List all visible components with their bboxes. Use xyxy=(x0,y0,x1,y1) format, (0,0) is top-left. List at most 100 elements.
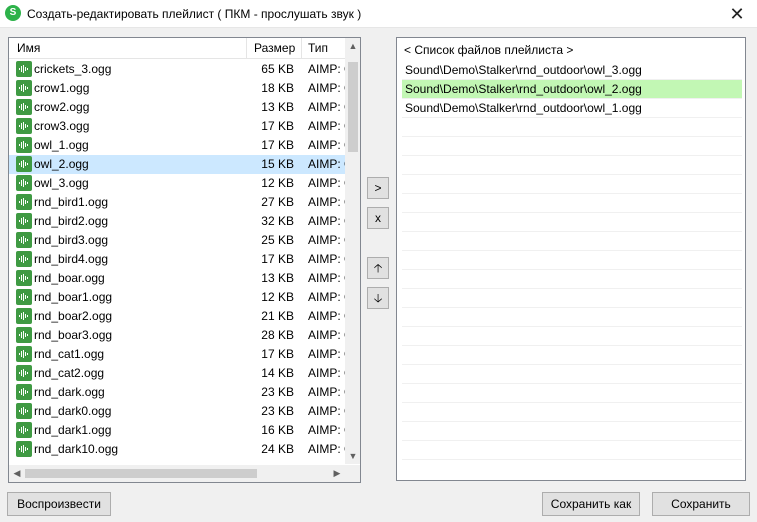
save-button[interactable]: Сохранить xyxy=(652,492,750,516)
playlist-empty-line xyxy=(402,213,742,232)
file-row[interactable]: rnd_boar1.ogg 12 KB AIMP: Ogg xyxy=(9,288,345,307)
file-row[interactable]: rnd_boar2.ogg 21 KB AIMP: Ogg xyxy=(9,307,345,326)
file-size: 14 KB xyxy=(261,366,294,380)
file-row[interactable]: rnd_cat1.ogg 17 KB AIMP: Ogg xyxy=(9,345,345,364)
audio-file-icon xyxy=(16,365,32,381)
playlist-item[interactable]: Sound\Demo\Stalker\rnd_outdoor\owl_3.ogg xyxy=(402,61,742,80)
audio-file-icon xyxy=(16,346,32,362)
file-size: 25 KB xyxy=(261,233,294,247)
file-name: owl_1.ogg xyxy=(34,138,89,152)
file-row[interactable]: owl_2.ogg 15 KB AIMP: Ogg xyxy=(9,155,345,174)
playlist-empty-line xyxy=(402,346,742,365)
save-as-button[interactable]: Сохранить как xyxy=(542,492,640,516)
playlist-empty-line xyxy=(402,384,742,403)
remove-from-playlist-button[interactable]: x xyxy=(367,207,389,229)
file-row[interactable]: rnd_cat2.ogg 14 KB AIMP: Ogg xyxy=(9,364,345,383)
audio-file-icon xyxy=(16,422,32,438)
file-row[interactable]: rnd_dark1.ogg 16 KB AIMP: Ogg xyxy=(9,421,345,440)
column-header-type[interactable]: Тип xyxy=(301,38,351,59)
scroll-right-arrow-icon[interactable]: ▶ xyxy=(329,465,345,482)
audio-file-icon xyxy=(16,441,32,457)
file-row[interactable]: rnd_bird1.ogg 27 KB AIMP: Ogg xyxy=(9,193,345,212)
file-type: AIMP: Ogg xyxy=(308,271,345,285)
playlist-empty-line xyxy=(402,156,742,175)
audio-file-icon xyxy=(16,194,32,210)
file-size: 32 KB xyxy=(261,214,294,228)
file-type: AIMP: Ogg xyxy=(308,233,345,247)
vertical-scroll-thumb[interactable] xyxy=(348,62,358,152)
playlist-empty-line xyxy=(402,251,742,270)
file-type: AIMP: Ogg xyxy=(308,157,345,171)
file-type: AIMP: Ogg xyxy=(308,366,345,380)
file-row[interactable]: rnd_dark10.ogg 24 KB AIMP: Ogg xyxy=(9,440,345,459)
audio-file-icon xyxy=(16,80,32,96)
scroll-left-arrow-icon[interactable]: ◀ xyxy=(9,465,25,482)
file-row[interactable]: crickets_3.ogg 65 KB AIMP: Ogg xyxy=(9,60,345,79)
audio-file-icon xyxy=(16,175,32,191)
file-type: AIMP: Ogg xyxy=(308,328,345,342)
playlist-item[interactable]: Sound\Demo\Stalker\rnd_outdoor\owl_1.ogg xyxy=(402,99,742,118)
column-header-name[interactable]: Имя xyxy=(17,38,247,59)
file-type: AIMP: Ogg xyxy=(308,385,345,399)
audio-file-icon xyxy=(16,251,32,267)
audio-file-icon xyxy=(16,403,32,419)
audio-file-icon xyxy=(16,118,32,134)
playlist-panel[interactable]: < Список файлов плейлиста > Sound\Demo\S… xyxy=(396,37,746,481)
file-name: rnd_bird2.ogg xyxy=(34,214,109,228)
close-button[interactable]: ✕ xyxy=(717,0,757,28)
add-to-playlist-button[interactable]: > xyxy=(367,177,389,199)
window-title: Создать-редактировать плейлист ( ПКМ - п… xyxy=(27,7,362,21)
playlist-empty-line xyxy=(402,270,742,289)
horizontal-scroll-thumb[interactable] xyxy=(25,469,257,478)
file-row[interactable]: rnd_bird3.ogg 25 KB AIMP: Ogg xyxy=(9,231,345,250)
file-list-rows: crickets_3.ogg 65 KB AIMP: Ogg crow1.ogg 18 … xyxy=(9,60,345,462)
file-type: AIMP: Ogg xyxy=(308,214,345,228)
file-name: rnd_cat1.ogg xyxy=(34,347,105,361)
file-type: AIMP: Ogg xyxy=(308,62,345,76)
vertical-scrollbar[interactable]: ▲ ▼ xyxy=(345,38,360,464)
playlist-item[interactable]: Sound\Demo\Stalker\rnd_outdoor\owl_2.ogg xyxy=(402,80,742,99)
file-row[interactable]: rnd_bird4.ogg 17 KB AIMP: Ogg xyxy=(9,250,345,269)
file-row[interactable]: rnd_dark.ogg 23 KB AIMP: Ogg xyxy=(9,383,345,402)
file-row[interactable]: owl_3.ogg 12 KB AIMP: Ogg xyxy=(9,174,345,193)
file-row[interactable]: crow2.ogg 13 KB AIMP: Ogg xyxy=(9,98,345,117)
scroll-up-arrow-icon[interactable]: ▲ xyxy=(345,38,360,54)
audio-file-icon xyxy=(16,289,32,305)
title-bar: S Создать-редактировать плейлист ( ПКМ -… xyxy=(0,0,757,28)
audio-file-icon xyxy=(16,327,32,343)
move-up-button[interactable]: 🡡 xyxy=(367,257,389,279)
play-button[interactable]: Воспроизвести xyxy=(7,492,111,516)
audio-file-icon xyxy=(16,308,32,324)
file-row[interactable]: rnd_boar.ogg 13 KB AIMP: Ogg xyxy=(9,269,345,288)
file-list[interactable]: Имя Размер Тип crickets_3.ogg 65 KB AIMP: … xyxy=(8,37,361,483)
scroll-corner xyxy=(345,465,360,482)
file-row[interactable]: crow1.ogg 18 KB AIMP: Ogg xyxy=(9,79,345,98)
playlist-items: Sound\Demo\Stalker\rnd_outdoor\owl_3.ogg… xyxy=(402,61,742,460)
file-type: AIMP: Ogg xyxy=(308,347,345,361)
file-name: rnd_boar.ogg xyxy=(34,271,105,285)
file-row[interactable]: rnd_bird2.ogg 32 KB AIMP: Ogg xyxy=(9,212,345,231)
file-size: 16 KB xyxy=(261,423,294,437)
file-list-header: Имя Размер Тип xyxy=(9,38,345,59)
file-name: rnd_dark0.ogg xyxy=(34,404,112,418)
horizontal-scrollbar[interactable]: ◀ ▶ xyxy=(9,465,345,482)
file-size: 23 KB xyxy=(261,385,294,399)
file-name: rnd_boar3.ogg xyxy=(34,328,113,342)
move-down-button[interactable]: 🡣 xyxy=(367,287,389,309)
playlist-empty-line xyxy=(402,327,742,346)
file-row[interactable]: rnd_boar3.ogg 28 KB AIMP: Ogg xyxy=(9,326,345,345)
file-row[interactable]: crow3.ogg 17 KB AIMP: Ogg xyxy=(9,117,345,136)
audio-file-icon xyxy=(16,232,32,248)
scroll-down-arrow-icon[interactable]: ▼ xyxy=(345,448,360,464)
file-row[interactable]: rnd_dark0.ogg 23 KB AIMP: Ogg xyxy=(9,402,345,421)
file-name: rnd_boar2.ogg xyxy=(34,309,113,323)
playlist-empty-line xyxy=(402,441,742,460)
file-size: 12 KB xyxy=(261,290,294,304)
playlist-empty-line xyxy=(402,175,742,194)
file-name: crow3.ogg xyxy=(34,119,90,133)
audio-file-icon xyxy=(16,384,32,400)
column-header-size[interactable]: Размер xyxy=(246,38,306,59)
file-type: AIMP: Ogg xyxy=(308,138,345,152)
file-name: crow1.ogg xyxy=(34,81,90,95)
file-row[interactable]: owl_1.ogg 17 KB AIMP: Ogg xyxy=(9,136,345,155)
